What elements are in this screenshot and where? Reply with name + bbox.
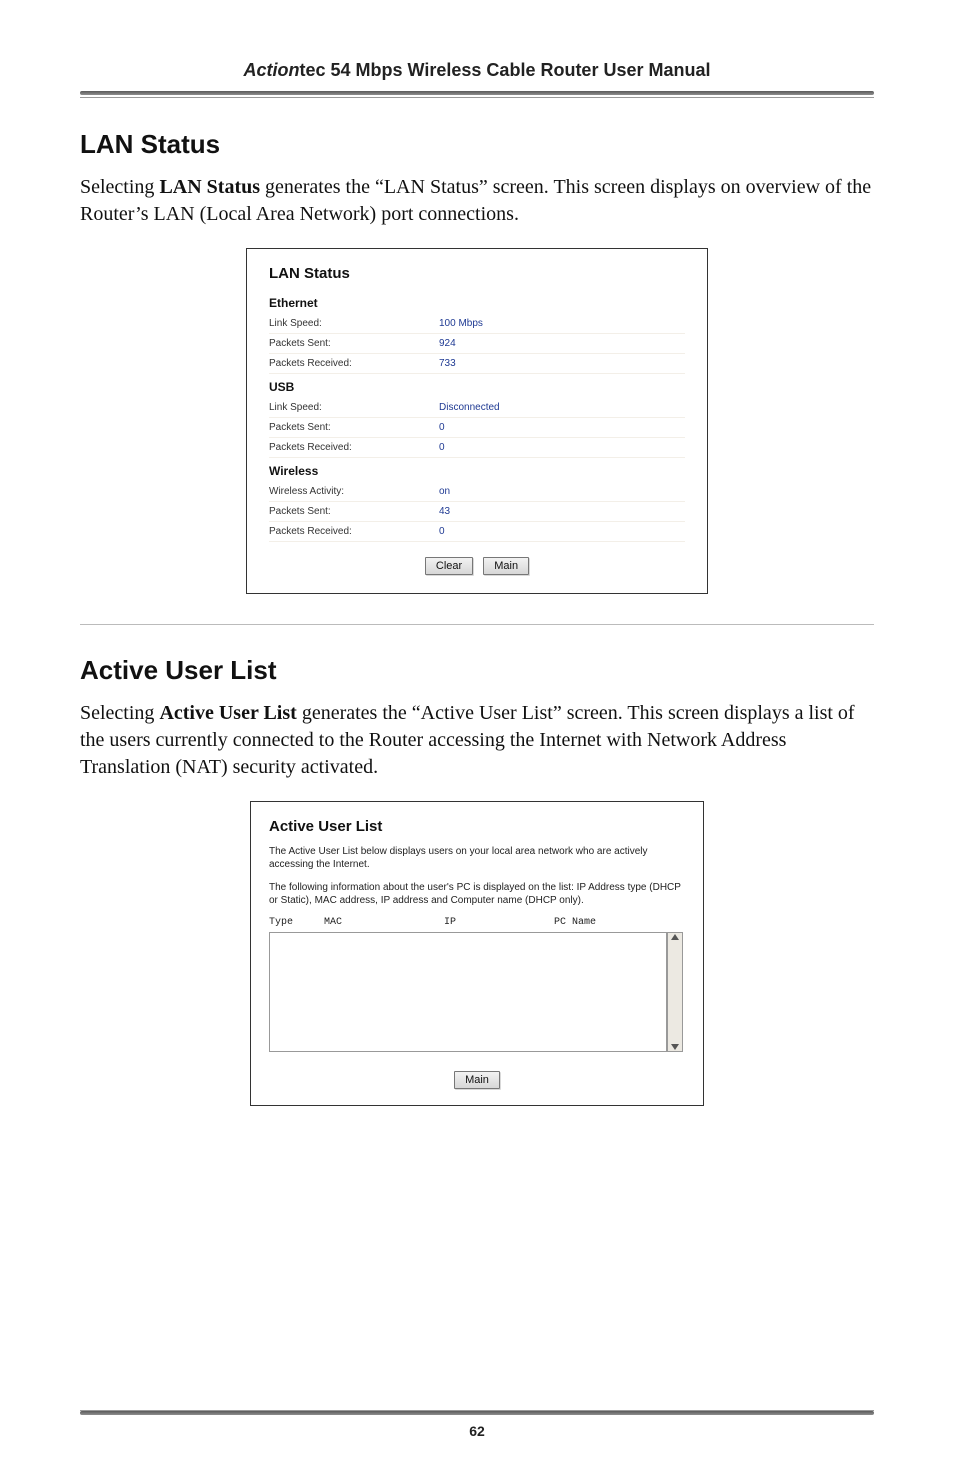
col-pcname: PC Name bbox=[554, 917, 667, 928]
brand-rest: tec 54 Mbps Wireless Cable Router User M… bbox=[300, 60, 711, 80]
running-head: Actiontec 54 Mbps Wireless Cable Router … bbox=[80, 60, 874, 81]
row-eth-linkspeed: Link Speed:100 Mbps bbox=[269, 314, 685, 334]
clear-button[interactable]: Clear bbox=[425, 557, 473, 575]
group-usb-label: USB bbox=[269, 380, 685, 394]
main-button[interactable]: Main bbox=[483, 557, 529, 575]
shot2-desc-1: The Active User List below displays user… bbox=[269, 845, 685, 871]
brand-italic: Action bbox=[244, 60, 300, 80]
shot2-title: Active User List bbox=[269, 818, 685, 835]
footer-rule bbox=[80, 1408, 874, 1415]
shot1-button-row: Clear Main bbox=[269, 556, 685, 575]
shot1-title: LAN Status bbox=[269, 265, 685, 282]
row-wl-activity: Wireless Activity:on bbox=[269, 482, 685, 502]
shot2-list-area bbox=[269, 932, 685, 1052]
header-rule bbox=[80, 91, 874, 99]
group-ethernet-label: Ethernet bbox=[269, 296, 685, 310]
section2-paragraph: Selecting Active User List generates the… bbox=[80, 700, 874, 781]
user-list-box[interactable] bbox=[269, 932, 667, 1052]
section-heading-lan-status: LAN Status bbox=[80, 129, 874, 160]
row-usb-recv: Packets Received:0 bbox=[269, 438, 685, 458]
section-heading-active-user-list: Active User List bbox=[80, 655, 874, 686]
shot2-button-row: Main bbox=[269, 1070, 685, 1089]
scroll-down-icon[interactable] bbox=[671, 1044, 679, 1050]
main-button[interactable]: Main bbox=[454, 1071, 500, 1089]
row-eth-sent: Packets Sent:924 bbox=[269, 334, 685, 354]
section-divider bbox=[80, 624, 874, 625]
shot2-desc-2: The following information about the user… bbox=[269, 881, 685, 907]
row-usb-sent: Packets Sent:0 bbox=[269, 418, 685, 438]
col-ip: IP bbox=[444, 917, 554, 928]
scrollbar[interactable] bbox=[667, 932, 683, 1052]
row-wl-recv: Packets Received:0 bbox=[269, 522, 685, 542]
col-type: Type bbox=[269, 917, 324, 928]
row-wl-sent: Packets Sent:43 bbox=[269, 502, 685, 522]
group-wireless-label: Wireless bbox=[269, 464, 685, 478]
shot2-column-headers: Type MAC IP PC Name bbox=[269, 917, 685, 928]
scroll-up-icon[interactable] bbox=[671, 934, 679, 940]
col-mac: MAC bbox=[324, 917, 444, 928]
screenshot-active-user-list: Active User List The Active User List be… bbox=[250, 801, 704, 1106]
row-eth-recv: Packets Received:733 bbox=[269, 354, 685, 374]
screenshot-lan-status: LAN Status Ethernet Link Speed:100 Mbps … bbox=[246, 248, 708, 594]
page-number: 62 bbox=[0, 1423, 954, 1439]
row-usb-linkspeed: Link Speed:Disconnected bbox=[269, 398, 685, 418]
section1-paragraph: Selecting LAN Status generates the “LAN … bbox=[80, 174, 874, 228]
